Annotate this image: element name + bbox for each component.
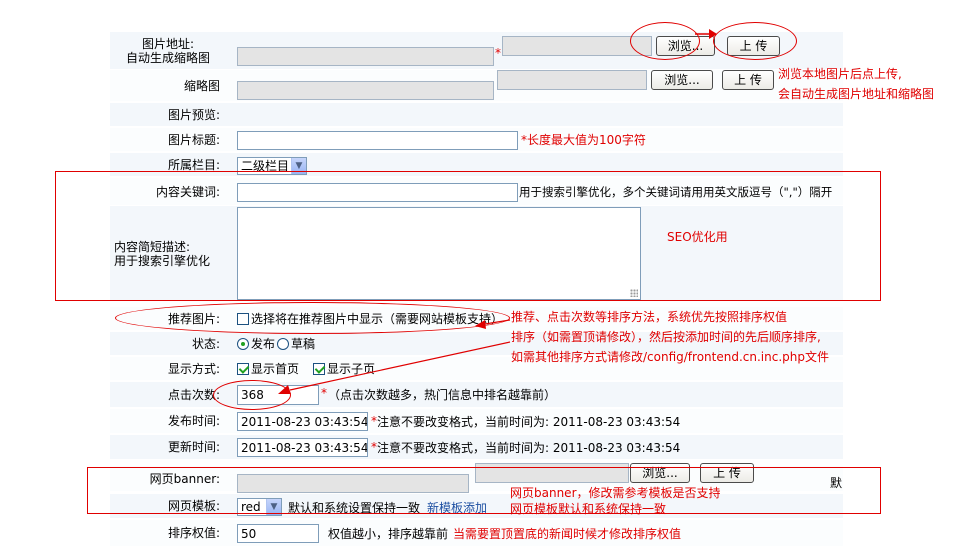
seo-highlight-box xyxy=(55,171,881,301)
publish-time-input[interactable]: 2011-08-23 03:43:54 xyxy=(237,412,368,431)
upload-note-line-2: 会自动生成图片地址和缩略图 xyxy=(778,87,935,101)
status-label: 状态: xyxy=(191,336,220,351)
sort-hint: 权值越小，排序越靠前 xyxy=(328,527,449,541)
title-input[interactable] xyxy=(237,131,518,150)
row-preview: 图片预览: xyxy=(110,103,843,127)
banner-note-line-2: 网页模板默认和系统保持一致 xyxy=(510,502,667,516)
publish-time-label: 发布时间: xyxy=(167,414,220,428)
thumbnail-input[interactable] xyxy=(237,81,494,100)
display-home-checkbox[interactable] xyxy=(237,363,249,375)
update-time-label: 更新时间: xyxy=(167,440,220,454)
seo-note: SEO优化用 xyxy=(667,230,728,244)
update-time-hint: 注意不要改变格式，当前时间为: 2011-08-23 03:43:54 xyxy=(377,441,681,455)
image-url-input[interactable] xyxy=(237,47,494,66)
image-url-sub-label: 自动生成缩略图 xyxy=(125,50,210,65)
sort-note-line-2: 排序（如需置顶请修改），然后按添加时间的先后顺序排序, xyxy=(511,330,821,344)
required-mark: * xyxy=(495,46,501,60)
preview-label: 图片预览: xyxy=(167,107,220,122)
image-url-label: 图片地址: xyxy=(141,36,195,51)
thumbnail-file-input[interactable] xyxy=(497,70,647,90)
sort-weight-note: 当需要置顶置底的新闻时候才修改排序权值 xyxy=(453,527,682,541)
thumbnail-browse-button[interactable]: 浏览... xyxy=(651,70,713,90)
image-url-label-group: 图片地址: 自动生成缩略图 xyxy=(110,32,226,69)
status-publish-radio[interactable] xyxy=(237,338,249,350)
banner-note-line-1: 网页banner，修改需参考模板是否支持 xyxy=(510,486,721,500)
sort-input[interactable]: 50 xyxy=(237,524,319,543)
publish-time-hint: 注意不要改变格式，当前时间为: 2011-08-23 03:43:54 xyxy=(377,415,681,429)
title-hint: *长度最大值为100字符 xyxy=(521,133,646,147)
thumbnail-upload-button[interactable]: 上 传 xyxy=(722,70,774,90)
thumbnail-label: 缩略图 xyxy=(183,78,220,93)
form-page: 图片地址: 自动生成缩略图 * 浏览... 上 传 缩略图 浏览... 上 传 … xyxy=(0,0,960,547)
title-label: 图片标题: xyxy=(167,132,220,147)
sort-note-line-3: 如需其他排序方式请修改/config/frontend.cn.inc.php文件 xyxy=(511,350,829,364)
upload-highlight-ellipse xyxy=(713,22,797,60)
hits-label: 点击次数: xyxy=(167,387,220,402)
banner-highlight-box xyxy=(87,467,881,514)
update-time-input[interactable]: 2011-08-23 03:43:54 xyxy=(237,438,368,457)
upload-note-line-1: 浏览本地图片后点上传, xyxy=(778,67,902,81)
sort-label: 排序权值: xyxy=(167,526,220,540)
browse-highlight-ellipse xyxy=(630,22,700,60)
display-label: 显示方式: xyxy=(167,361,220,376)
annotation-arrows xyxy=(278,319,511,394)
sort-note-line-1: 推荐、点击次数等排序方法，系统优先按照排序权值 xyxy=(511,310,788,324)
title-hint-text: *长度最大值为100字符 xyxy=(521,133,646,147)
arrow-right-icon xyxy=(695,29,717,39)
